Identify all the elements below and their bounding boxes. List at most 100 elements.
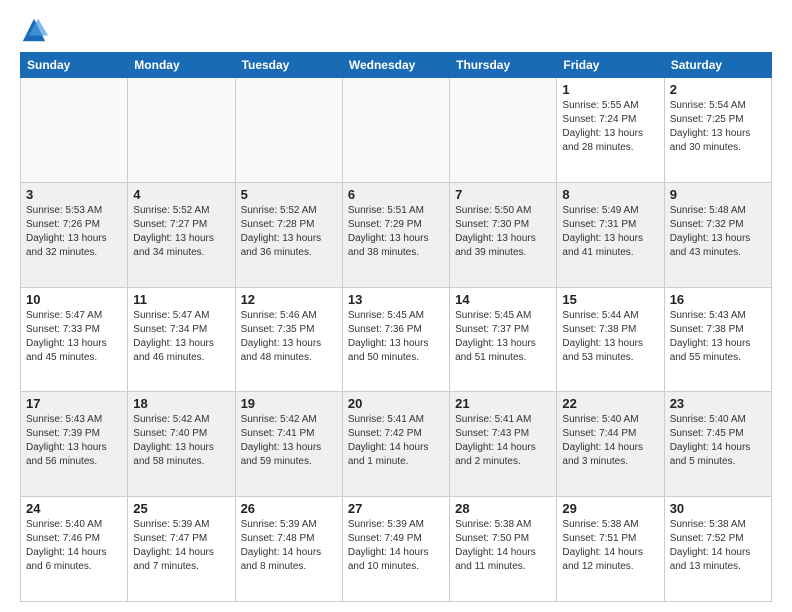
calendar-cell: 1 Sunrise: 5:55 AM Sunset: 7:24 PM Daylig… bbox=[557, 78, 664, 183]
day-number: 18 bbox=[133, 396, 229, 411]
calendar-cell: 28 Sunrise: 5:38 AM Sunset: 7:50 PM Dayli… bbox=[450, 497, 557, 602]
calendar-cell: 5 Sunrise: 5:52 AM Sunset: 7:28 PM Daylig… bbox=[235, 182, 342, 287]
day-number: 19 bbox=[241, 396, 337, 411]
day-info: Sunrise: 5:53 AM Sunset: 7:26 PM Dayligh… bbox=[26, 205, 107, 258]
calendar-cell: 15 Sunrise: 5:44 AM Sunset: 7:38 PM Dayli… bbox=[557, 287, 664, 392]
day-number: 26 bbox=[241, 501, 337, 516]
day-number: 12 bbox=[241, 292, 337, 307]
day-info: Sunrise: 5:42 AM Sunset: 7:41 PM Dayligh… bbox=[241, 414, 322, 467]
calendar-cell: 22 Sunrise: 5:40 AM Sunset: 7:44 PM Dayli… bbox=[557, 392, 664, 497]
calendar-cell: 2 Sunrise: 5:54 AM Sunset: 7:25 PM Daylig… bbox=[664, 78, 771, 183]
day-number: 25 bbox=[133, 501, 229, 516]
day-number: 21 bbox=[455, 396, 551, 411]
day-number: 7 bbox=[455, 187, 551, 202]
day-number: 15 bbox=[562, 292, 658, 307]
day-info: Sunrise: 5:41 AM Sunset: 7:43 PM Dayligh… bbox=[455, 414, 536, 467]
day-number: 16 bbox=[670, 292, 766, 307]
calendar-cell: 18 Sunrise: 5:42 AM Sunset: 7:40 PM Dayli… bbox=[128, 392, 235, 497]
calendar-cell: 17Sunrise: 5:43 AM Sunset: 7:39 PM Dayli… bbox=[21, 392, 128, 497]
day-number: 3 bbox=[26, 187, 122, 202]
day-info: Sunrise: 5:45 AM Sunset: 7:37 PM Dayligh… bbox=[455, 310, 536, 363]
day-info: Sunrise: 5:55 AM Sunset: 7:24 PM Dayligh… bbox=[562, 100, 643, 153]
day-number: 28 bbox=[455, 501, 551, 516]
day-info: Sunrise: 5:40 AM Sunset: 7:46 PM Dayligh… bbox=[26, 519, 107, 572]
day-info: Sunrise: 5:40 AM Sunset: 7:44 PM Dayligh… bbox=[562, 414, 643, 467]
day-info: Sunrise: 5:42 AM Sunset: 7:40 PM Dayligh… bbox=[133, 414, 214, 467]
calendar-cell: 4Sunrise: 5:52 AM Sunset: 7:27 PM Daylig… bbox=[128, 182, 235, 287]
page: SundayMondayTuesdayWednesdayThursdayFrid… bbox=[0, 0, 792, 612]
day-number: 11 bbox=[133, 292, 229, 307]
calendar-cell: 12 Sunrise: 5:46 AM Sunset: 7:35 PM Dayli… bbox=[235, 287, 342, 392]
calendar-cell: 11 Sunrise: 5:47 AM Sunset: 7:34 PM Dayli… bbox=[128, 287, 235, 392]
calendar-cell: 7 Sunrise: 5:50 AM Sunset: 7:30 PM Daylig… bbox=[450, 182, 557, 287]
day-number: 9 bbox=[670, 187, 766, 202]
calendar-cell: 16 Sunrise: 5:43 AM Sunset: 7:38 PM Dayli… bbox=[664, 287, 771, 392]
calendar-week-row: 24 Sunrise: 5:40 AM Sunset: 7:46 PM Dayli… bbox=[21, 497, 772, 602]
weekday-header: Wednesday bbox=[342, 53, 449, 78]
calendar-cell: 13 Sunrise: 5:45 AM Sunset: 7:36 PM Dayli… bbox=[342, 287, 449, 392]
calendar-cell: 23 Sunrise: 5:40 AM Sunset: 7:45 PM Dayli… bbox=[664, 392, 771, 497]
weekday-header: Tuesday bbox=[235, 53, 342, 78]
calendar-cell bbox=[235, 78, 342, 183]
calendar-cell: 29 Sunrise: 5:38 AM Sunset: 7:51 PM Dayli… bbox=[557, 497, 664, 602]
logo bbox=[20, 16, 52, 44]
calendar-cell: 30 Sunrise: 5:38 AM Sunset: 7:52 PM Dayli… bbox=[664, 497, 771, 602]
calendar-cell bbox=[450, 78, 557, 183]
day-info: Sunrise: 5:39 AM Sunset: 7:49 PM Dayligh… bbox=[348, 519, 429, 572]
weekday-header: Monday bbox=[128, 53, 235, 78]
day-number: 6 bbox=[348, 187, 444, 202]
calendar-cell: 24 Sunrise: 5:40 AM Sunset: 7:46 PM Dayli… bbox=[21, 497, 128, 602]
calendar-table: SundayMondayTuesdayWednesdayThursdayFrid… bbox=[20, 52, 772, 602]
day-info: Sunrise: 5:45 AM Sunset: 7:36 PM Dayligh… bbox=[348, 310, 429, 363]
day-info: Sunrise: 5:39 AM Sunset: 7:47 PM Dayligh… bbox=[133, 519, 214, 572]
day-info: Sunrise: 5:43 AM Sunset: 7:38 PM Dayligh… bbox=[670, 310, 751, 363]
day-info: Sunrise: 5:47 AM Sunset: 7:34 PM Dayligh… bbox=[133, 310, 214, 363]
calendar-cell: 3 Sunrise: 5:53 AM Sunset: 7:26 PM Daylig… bbox=[21, 182, 128, 287]
day-number: 1 bbox=[562, 82, 658, 97]
day-info: Sunrise: 5:41 AM Sunset: 7:42 PM Dayligh… bbox=[348, 414, 429, 467]
calendar-cell: 25 Sunrise: 5:39 AM Sunset: 7:47 PM Dayli… bbox=[128, 497, 235, 602]
header bbox=[20, 16, 772, 44]
weekday-header: Saturday bbox=[664, 53, 771, 78]
day-info: Sunrise: 5:46 AM Sunset: 7:35 PM Dayligh… bbox=[241, 310, 322, 363]
calendar-cell: 20 Sunrise: 5:41 AM Sunset: 7:42 PM Dayli… bbox=[342, 392, 449, 497]
calendar-cell: 21 Sunrise: 5:41 AM Sunset: 7:43 PM Dayli… bbox=[450, 392, 557, 497]
day-number: 8 bbox=[562, 187, 658, 202]
day-info: Sunrise: 5:47 AM Sunset: 7:33 PM Dayligh… bbox=[26, 310, 107, 363]
day-info: Sunrise: 5:38 AM Sunset: 7:52 PM Dayligh… bbox=[670, 519, 751, 572]
day-number: 27 bbox=[348, 501, 444, 516]
day-number: 23 bbox=[670, 396, 766, 411]
weekday-header: Friday bbox=[557, 53, 664, 78]
day-info: Sunrise: 5:38 AM Sunset: 7:50 PM Dayligh… bbox=[455, 519, 536, 572]
day-number: 30 bbox=[670, 501, 766, 516]
calendar-week-row: 3 Sunrise: 5:53 AM Sunset: 7:26 PM Daylig… bbox=[21, 182, 772, 287]
day-info: Sunrise: 5:38 AM Sunset: 7:51 PM Dayligh… bbox=[562, 519, 643, 572]
calendar-week-row: 10 Sunrise: 5:47 AM Sunset: 7:33 PM Dayli… bbox=[21, 287, 772, 392]
calendar-cell: 8Sunrise: 5:49 AM Sunset: 7:31 PM Daylig… bbox=[557, 182, 664, 287]
day-number: 22 bbox=[562, 396, 658, 411]
day-info: Sunrise: 5:54 AM Sunset: 7:25 PM Dayligh… bbox=[670, 100, 751, 153]
calendar-cell: 27 Sunrise: 5:39 AM Sunset: 7:49 PM Dayli… bbox=[342, 497, 449, 602]
calendar-cell: 26Sunrise: 5:39 AM Sunset: 7:48 PM Dayli… bbox=[235, 497, 342, 602]
calendar-cell bbox=[21, 78, 128, 183]
calendar-week-row: 1 Sunrise: 5:55 AM Sunset: 7:24 PM Daylig… bbox=[21, 78, 772, 183]
day-number: 2 bbox=[670, 82, 766, 97]
day-info: Sunrise: 5:52 AM Sunset: 7:27 PM Dayligh… bbox=[133, 205, 214, 258]
day-number: 20 bbox=[348, 396, 444, 411]
day-number: 13 bbox=[348, 292, 444, 307]
day-number: 14 bbox=[455, 292, 551, 307]
day-info: Sunrise: 5:52 AM Sunset: 7:28 PM Dayligh… bbox=[241, 205, 322, 258]
day-info: Sunrise: 5:51 AM Sunset: 7:29 PM Dayligh… bbox=[348, 205, 429, 258]
day-info: Sunrise: 5:44 AM Sunset: 7:38 PM Dayligh… bbox=[562, 310, 643, 363]
day-number: 10 bbox=[26, 292, 122, 307]
day-info: Sunrise: 5:48 AM Sunset: 7:32 PM Dayligh… bbox=[670, 205, 751, 258]
calendar-cell: 10 Sunrise: 5:47 AM Sunset: 7:33 PM Dayli… bbox=[21, 287, 128, 392]
calendar-cell: 9 Sunrise: 5:48 AM Sunset: 7:32 PM Daylig… bbox=[664, 182, 771, 287]
day-number: 24 bbox=[26, 501, 122, 516]
day-number: 29 bbox=[562, 501, 658, 516]
weekday-header: Thursday bbox=[450, 53, 557, 78]
day-info: Sunrise: 5:40 AM Sunset: 7:45 PM Dayligh… bbox=[670, 414, 751, 467]
day-number: 17 bbox=[26, 396, 122, 411]
day-number: 5 bbox=[241, 187, 337, 202]
day-info: Sunrise: 5:50 AM Sunset: 7:30 PM Dayligh… bbox=[455, 205, 536, 258]
